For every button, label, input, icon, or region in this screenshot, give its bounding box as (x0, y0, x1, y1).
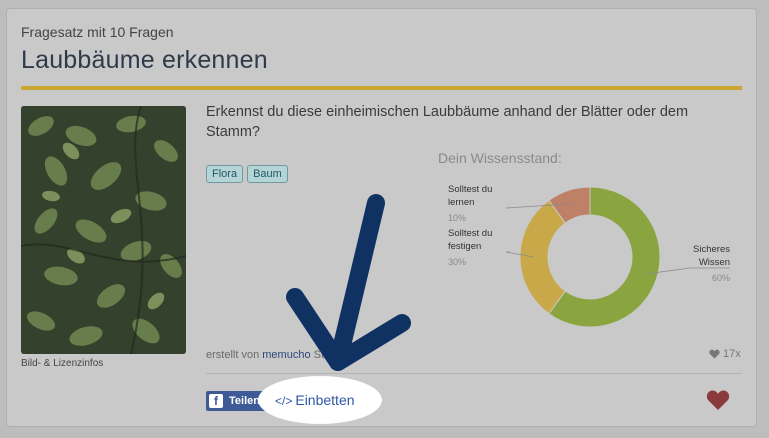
heart-icon (706, 390, 730, 410)
donut-label-2-0: Solltest du (448, 184, 492, 195)
embed-button[interactable]: </> Einbetten (275, 392, 355, 408)
card-divider (206, 373, 742, 374)
code-icon: </> (275, 394, 293, 408)
tag-flora[interactable]: Flora (206, 165, 244, 183)
donut-label-0-1: Wissen (699, 257, 730, 268)
donut-percent-2: 10% (448, 213, 466, 223)
donut-label-0-0: Sicheres (693, 244, 730, 255)
share-label: Teilen (229, 395, 260, 407)
author-link[interactable]: memucho (262, 349, 310, 361)
created-by-line: erstellt von memucho Stiften i (206, 349, 360, 361)
donut-percent-0: 60% (712, 273, 730, 283)
donut-label-1-1: festigen (448, 241, 481, 252)
embed-label: Einbetten (295, 392, 355, 408)
knowledge-chart-title: Dein Wissensstand: (438, 150, 562, 166)
question-count-label: Fragesatz mit 10 Fragen (21, 24, 174, 40)
likes-count: 17x (709, 348, 741, 360)
created-by-suffix: Stiften (313, 349, 345, 361)
info-icon[interactable]: i (349, 350, 360, 361)
donut-percent-1: 30% (448, 257, 466, 267)
heart-small-icon (709, 349, 720, 359)
donut-slice-1 (519, 199, 567, 315)
tag-baum[interactable]: Baum (247, 165, 288, 183)
question-set-description: Erkennst du diese einheimischen Laubbäum… (206, 104, 689, 140)
created-by-prefix: erstellt von (206, 349, 260, 361)
tag-list: Flora Baum (206, 165, 288, 183)
page-title[interactable]: Laubbäume erkennen (21, 46, 268, 75)
title-accent-bar (21, 86, 742, 90)
likes-value: 17x (723, 348, 741, 360)
leaves-image[interactable] (21, 106, 186, 354)
favorite-button[interactable] (706, 389, 730, 416)
image-license-link[interactable]: Bild- & Lizenzinfos (21, 358, 103, 369)
knowledge-donut-chart: Sicheres Wissen 60% Solltest du festigen 30% S… (448, 184, 730, 328)
donut-label-2-1: lernen (448, 197, 474, 208)
facebook-icon: f (209, 394, 223, 408)
donut-label-1-0: Solltest du (448, 228, 492, 239)
